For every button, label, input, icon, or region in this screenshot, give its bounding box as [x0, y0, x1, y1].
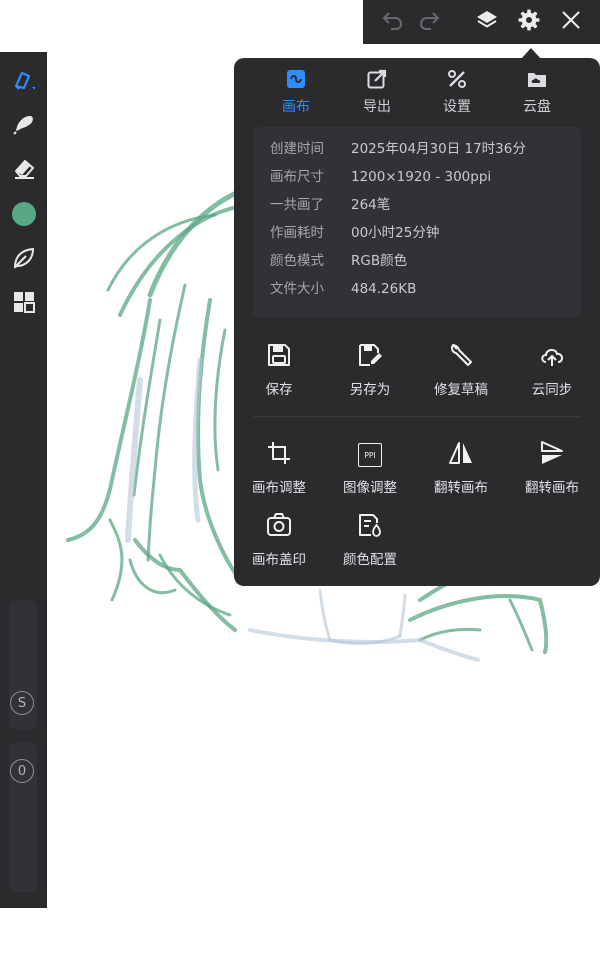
- layers-button[interactable]: [467, 0, 507, 44]
- action-label: 云同步: [531, 382, 573, 398]
- info-key: 创建时间: [270, 141, 324, 157]
- grid-icon: [12, 290, 36, 314]
- canvas-stamp-button[interactable]: 画布盖印: [234, 510, 324, 570]
- save-as-icon: [357, 342, 383, 372]
- info-value: 1200×1920 - 300ppi: [351, 169, 492, 185]
- action-label: 颜色配置: [343, 552, 397, 568]
- leaf-tool[interactable]: [0, 238, 47, 278]
- undo-icon: [380, 8, 404, 36]
- tab-export[interactable]: 导出: [337, 68, 417, 120]
- color-profile-icon: [357, 512, 383, 542]
- repair-draft-button[interactable]: 修复草稿: [416, 340, 506, 400]
- save-as-button[interactable]: 另存为: [325, 340, 415, 400]
- color-profile-button[interactable]: 颜色配置: [325, 510, 415, 570]
- flip-vertical-button[interactable]: 翻转画布: [507, 438, 597, 498]
- action-label: 保存: [265, 382, 293, 398]
- brush-size-badge: S: [10, 691, 34, 715]
- info-key: 文件大小: [270, 281, 324, 297]
- info-value: 484.26KB: [351, 281, 417, 297]
- cloud-sync-icon: [538, 342, 566, 372]
- camera-stamp-icon: [266, 512, 292, 542]
- action-label: 修复草稿: [434, 382, 488, 398]
- opacity-badge: 0: [10, 759, 34, 783]
- settings-button[interactable]: [509, 0, 549, 44]
- info-key: 颜色模式: [270, 253, 324, 269]
- ppi-icon: PPI: [358, 443, 382, 467]
- tab-label: 设置: [443, 99, 471, 115]
- tab-label: 导出: [363, 99, 391, 115]
- action-label: 翻转画布: [525, 480, 579, 496]
- action-label: 翻转画布: [434, 480, 488, 496]
- canvas-adjust-button[interactable]: 画布调整: [234, 438, 324, 498]
- brush-tool[interactable]: [0, 60, 47, 100]
- tab-settings[interactable]: 设置: [417, 68, 497, 120]
- left-toolbar: S 0: [0, 52, 47, 908]
- export-icon: [366, 68, 388, 94]
- grid-tool[interactable]: [0, 282, 47, 322]
- eraser-tool[interactable]: [0, 148, 47, 188]
- action-label: 画布盖印: [252, 552, 306, 568]
- info-key: 一共画了: [270, 197, 324, 213]
- redo-button[interactable]: [410, 0, 450, 44]
- info-key: 画布尺寸: [270, 169, 324, 185]
- action-label: 另存为: [349, 382, 391, 398]
- undo-button[interactable]: [372, 0, 412, 44]
- ppi-icon-text: PPI: [364, 450, 376, 460]
- info-value: RGB颜色: [351, 253, 408, 269]
- flip-horizontal-button[interactable]: 翻转画布: [416, 438, 506, 498]
- tab-canvas[interactable]: 画布: [256, 68, 336, 120]
- settings-popup: 画布 导出 设置 云盘 创建时间 2025年04月30日 17时36分 画布尺寸…: [234, 58, 600, 586]
- divider: [253, 416, 581, 417]
- wrench-icon: [448, 342, 474, 372]
- leaf-icon: [11, 245, 37, 271]
- info-value: 00小时25分钟: [351, 225, 440, 241]
- info-value: 2025年04月30日 17时36分: [351, 141, 526, 157]
- tab-label: 画布: [282, 99, 310, 115]
- cloud-folder-icon: [526, 68, 548, 94]
- image-adjust-button[interactable]: PPI 图像调整: [325, 438, 415, 498]
- info-key: 作画耗时: [270, 225, 324, 241]
- redo-icon: [418, 8, 442, 36]
- popup-tabs: 画布 导出 设置 云盘: [234, 58, 600, 122]
- cloud-sync-button[interactable]: 云同步: [507, 340, 597, 400]
- smudge-tool[interactable]: [0, 104, 47, 144]
- top-toolbar: [363, 0, 600, 44]
- eraser-icon: [11, 155, 37, 181]
- smudge-icon: [11, 111, 37, 137]
- flip-horizontal-icon: [448, 440, 474, 470]
- action-label: 图像调整: [343, 480, 397, 496]
- gear-icon: [517, 8, 541, 36]
- canvas-info-panel: 创建时间 2025年04月30日 17时36分 画布尺寸 1200×1920 -…: [253, 127, 581, 317]
- tools-icon: [446, 68, 468, 94]
- close-icon: [560, 9, 582, 35]
- color-swatch: [11, 202, 36, 226]
- pen-brush-icon: [11, 67, 37, 93]
- close-button[interactable]: [551, 0, 591, 44]
- flip-vertical-icon: [539, 440, 565, 470]
- info-value: 264笔: [351, 197, 391, 213]
- layers-icon: [475, 8, 499, 36]
- canvas-icon: [285, 68, 307, 94]
- color-picker[interactable]: [0, 194, 47, 234]
- tab-cloud[interactable]: 云盘: [497, 68, 577, 120]
- tab-label: 云盘: [523, 99, 551, 115]
- save-button[interactable]: 保存: [234, 340, 324, 400]
- action-label: 画布调整: [252, 480, 306, 496]
- crop-icon: [266, 440, 292, 470]
- save-icon: [266, 342, 292, 372]
